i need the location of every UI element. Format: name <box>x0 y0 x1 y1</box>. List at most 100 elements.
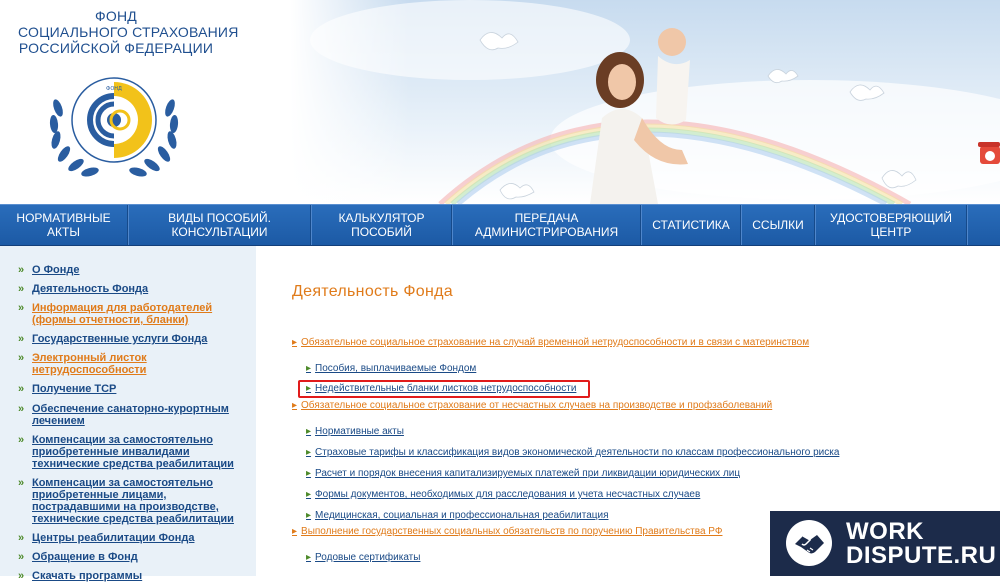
org-title-line: РОССИЙСКОЙ ФЕДЕРАЦИИ <box>18 40 214 56</box>
link-label: Формы документов, необходимых для рассле… <box>315 489 701 500</box>
bullet-icon: ▸ <box>306 552 312 563</box>
org-title-line: СОЦИАЛЬНОГО СТРАХОВАНИЯ <box>18 24 239 40</box>
page-title: Деятельность Фонда <box>292 283 453 300</box>
bullet-icon: » <box>18 434 25 446</box>
nav-label: ПЕРЕДАЧА <box>514 211 579 225</box>
link-birth-certificates[interactable]: ▸ Родовые сертификаты <box>306 552 420 564</box>
section-link-label: Обязательное социальное страхование на с… <box>301 337 810 348</box>
nav-item-normative-acts[interactable]: НОРМАТИВНЫЕ АКТЫ <box>0 205 127 245</box>
sidebar-item-label: Центры реабилитации Фонда <box>32 532 195 544</box>
link-label: Нормативные акты <box>315 426 404 437</box>
sidebar-item-compensation-disabled[interactable]: » Компенсации за самостоятельно приобрете… <box>18 434 248 470</box>
bullet-icon: ▸ <box>306 510 312 521</box>
section-link-label: Выполнение государственных социальных об… <box>301 526 723 537</box>
emblem-icon[interactable]: ФОНД <box>44 68 184 180</box>
sidebar-item-electronic-sick-leave[interactable]: » Электронный листок нетрудоспособности <box>18 352 248 376</box>
bullet-icon: » <box>18 302 25 314</box>
link-rehabilitation[interactable]: ▸ Медицинская, социальная и профессиональ… <box>306 510 609 522</box>
watermark-line: WORK <box>846 518 924 545</box>
sidebar-item-appeal[interactable]: » Обращение в Фонд <box>18 551 248 563</box>
bullet-icon: » <box>18 352 25 364</box>
sidebar-item-state-services[interactable]: » Государственные услуги Фонда <box>18 333 248 345</box>
sidebar-item-sanatorium[interactable]: » Обеспечение санаторно-курортным лечение… <box>18 403 248 427</box>
nav-label: НОРМАТИВНЫЕ <box>16 211 111 225</box>
nav-item-statistics[interactable]: СТАТИСТИКА <box>642 205 740 245</box>
main-nav: НОРМАТИВНЫЕ АКТЫ ВИДЫ ПОСОБИЙ. КОНСУЛЬТАЦИ… <box>0 204 1000 246</box>
bullet-icon: ▸ <box>292 400 298 411</box>
bullet-icon: ▸ <box>292 337 298 348</box>
link-benefits-paid[interactable]: ▸ Пособия, выплачиваемые Фондом <box>306 363 476 375</box>
watermark: WORK DISPUTE.RU <box>770 511 1000 576</box>
sidebar-item-label: Информация для работодателей (формы отче… <box>32 302 213 326</box>
nav-item-certification-center[interactable]: УДОСТОВЕРЯЮЩИЙ ЦЕНТР <box>816 205 966 245</box>
bullet-icon: » <box>18 283 25 295</box>
bullet-icon: ▸ <box>306 489 312 500</box>
nav-label: КОНСУЛЬТАЦИИ <box>171 225 268 239</box>
sidebar-item-label: Обращение в Фонд <box>32 551 138 563</box>
sidebar-item-label: Деятельность Фонда <box>32 283 149 295</box>
bullet-icon: ▸ <box>306 447 312 458</box>
section-link-government-obligations[interactable]: ▸ Выполнение государственных социальных о… <box>292 526 722 538</box>
bullet-icon: » <box>18 570 25 582</box>
section-link-temporary-disability[interactable]: ▸ Обязательное социальное страхование на … <box>292 337 809 349</box>
bullet-icon: ▸ <box>306 468 312 479</box>
bullet-icon: ▸ <box>306 363 312 374</box>
site-header: ФОНД СОЦИАЛЬНОГО СТРАХОВАНИЯ РОССИЙСКОЙ … <box>0 0 1000 204</box>
bullet-icon: » <box>18 333 25 345</box>
phone-icon[interactable] <box>976 140 1000 170</box>
sidebar-item-employers-info[interactable]: » Информация для работодателей (формы отч… <box>18 302 248 326</box>
svg-text:ФОНД: ФОНД <box>106 86 122 92</box>
sidebar-item-label: Электронный листок нетрудоспособности <box>32 352 147 376</box>
sidebar-item-label: О Фонде <box>32 264 80 276</box>
link-label: Страховые тарифы и классификация видов э… <box>315 447 840 458</box>
link-normative-acts[interactable]: ▸ Нормативные акты <box>306 426 404 438</box>
nav-label: ПОСОБИЙ <box>351 225 412 239</box>
bullet-icon: ▸ <box>292 526 298 537</box>
link-label: Медицинская, социальная и профессиональн… <box>315 510 609 521</box>
watermark-line: DISPUTE.RU <box>846 542 997 569</box>
org-title[interactable]: ФОНД СОЦИАЛЬНОГО СТРАХОВАНИЯ РОССИЙСКОЙ … <box>18 8 239 56</box>
section-link-label: Обязательное социальное страхование от н… <box>301 400 773 411</box>
nav-label: АДМИНИСТРИРОВАНИЯ <box>474 225 619 239</box>
link-label: Пособия, выплачиваемые Фондом <box>315 363 477 374</box>
nav-label: ЦЕНТР <box>870 225 912 239</box>
nav-divider <box>966 205 968 245</box>
sidebar-item-rehab-centers[interactable]: » Центры реабилитации Фонда <box>18 532 248 544</box>
sidebar-item-label: Государственные услуги Фонда <box>32 333 208 345</box>
nav-label: КАЛЬКУЛЯТОР <box>338 211 425 225</box>
org-title-line: ФОНД <box>95 8 137 24</box>
bullet-icon: » <box>18 403 25 415</box>
section-link-accidents[interactable]: ▸ Обязательное социальное страхование от … <box>292 400 772 412</box>
bullet-icon: » <box>18 383 25 395</box>
bullet-icon: ▸ <box>306 426 312 437</box>
bullet-icon: » <box>18 264 25 276</box>
nav-item-benefits[interactable]: ВИДЫ ПОСОБИЙ. КОНСУЛЬТАЦИИ <box>129 205 310 245</box>
highlight-box <box>298 380 590 398</box>
nav-item-links[interactable]: ССЫЛКИ <box>742 205 814 245</box>
sidebar-item-label: Компенсации за самостоятельно приобретен… <box>32 477 234 525</box>
nav-label: УДОСТОВЕРЯЮЩИЙ <box>830 211 952 225</box>
sidebar: » О Фонде » Деятельность Фонда » Информация… <box>0 246 256 582</box>
sidebar-item-label: Обеспечение санаторно-курортным лечением <box>32 403 229 427</box>
nav-item-administration[interactable]: ПЕРЕДАЧА АДМИНИСТРИРОВАНИЯ <box>453 205 640 245</box>
nav-label: АКТЫ <box>47 225 80 239</box>
nav-label: ССЫЛКИ <box>752 218 804 232</box>
sidebar-item-about[interactable]: » О Фонде <box>18 264 248 276</box>
bullet-icon: » <box>18 551 25 563</box>
sidebar-item-download-programs[interactable]: » Скачать программы <box>18 570 248 582</box>
link-label: Расчет и порядок внесения капитализируем… <box>315 468 741 479</box>
hero-banner-image <box>290 0 1000 204</box>
sidebar-item-activity[interactable]: » Деятельность Фонда <box>18 283 248 295</box>
link-accident-forms[interactable]: ▸ Формы документов, необходимых для рассл… <box>306 489 700 501</box>
nav-label: СТАТИСТИКА <box>652 218 730 232</box>
nav-item-calculator[interactable]: КАЛЬКУЛЯТОР ПОСОБИЙ <box>312 205 451 245</box>
sidebar-item-label: Получение ТСР <box>32 383 117 395</box>
sidebar-item-tsr[interactable]: » Получение ТСР <box>18 383 248 395</box>
link-tariffs[interactable]: ▸ Страховые тарифы и классификация видов … <box>306 447 839 459</box>
link-capitalized-payments[interactable]: ▸ Расчет и порядок внесения капитализируе… <box>306 468 740 480</box>
bullet-icon: » <box>18 477 25 489</box>
nav-label: ВИДЫ ПОСОБИЙ. <box>168 211 271 225</box>
handshake-icon <box>786 520 832 566</box>
link-label: Родовые сертификаты <box>315 552 421 563</box>
sidebar-item-compensation-injured[interactable]: » Компенсации за самостоятельно приобрете… <box>18 477 248 525</box>
